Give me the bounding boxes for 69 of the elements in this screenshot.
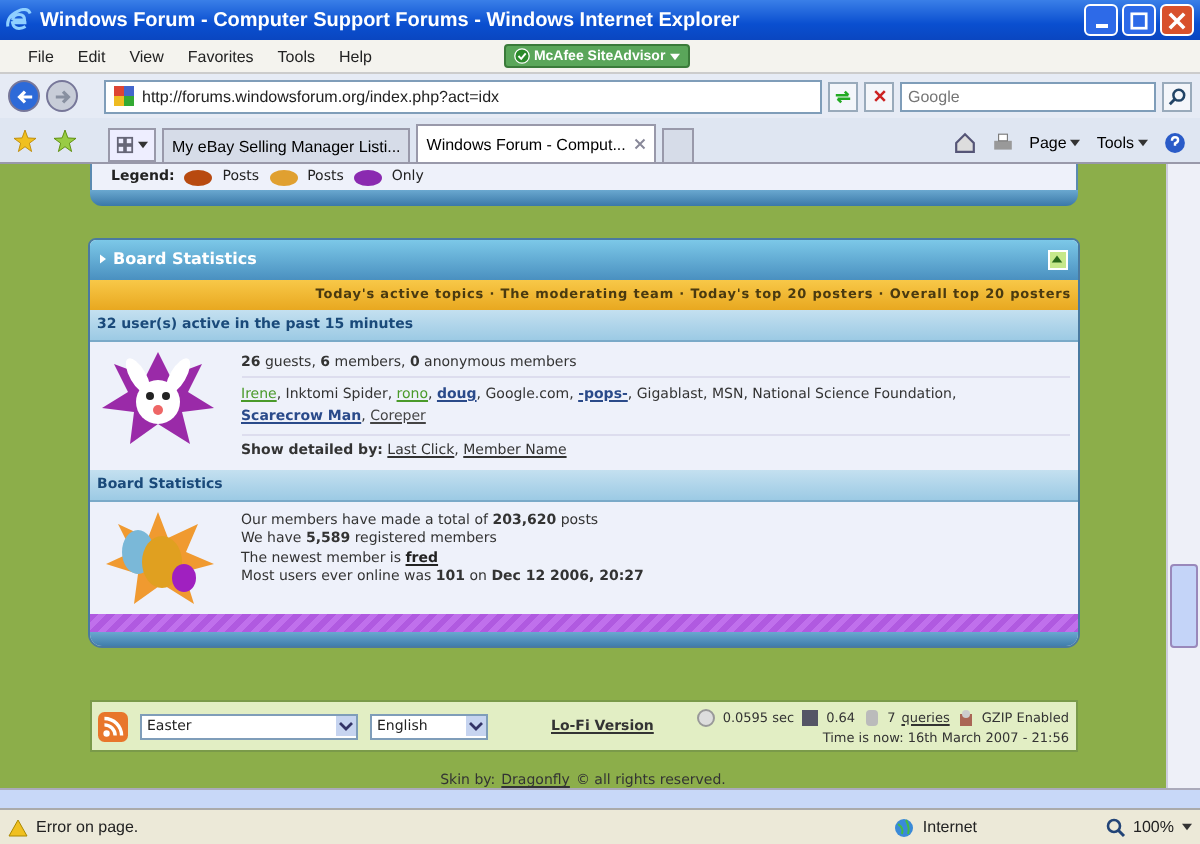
site-icon <box>114 86 134 106</box>
menu-item[interactable]: Favorites <box>175 47 266 65</box>
forward-button[interactable] <box>46 80 78 112</box>
vertical-scrollbar[interactable] <box>1166 164 1200 788</box>
home-icon[interactable] <box>953 131 976 153</box>
collapse-icon <box>1050 252 1064 267</box>
zoom-level[interactable]: 100% <box>1133 818 1174 836</box>
menu-item[interactable]: File <box>16 47 66 65</box>
horizontal-scrollbar[interactable] <box>0 788 1200 808</box>
egg-icon <box>267 166 300 187</box>
warning-icon <box>8 817 28 837</box>
close-button[interactable] <box>1160 4 1194 36</box>
menu-item[interactable]: Tools <box>265 47 327 65</box>
status-message: Error on page. <box>36 818 141 836</box>
caret-icon <box>138 140 148 150</box>
menu-item[interactable]: Help <box>326 47 384 65</box>
collapse-button[interactable] <box>1047 249 1067 270</box>
window-title: Windows Forum - Computer Support Forums - Windows Internet Explorer <box>40 9 742 31</box>
dropdown-arrow-icon <box>335 716 355 737</box>
forward-arrow-icon <box>53 87 71 105</box>
maximize-icon <box>1130 11 1148 29</box>
globe-icon <box>894 817 915 837</box>
caret-icon <box>1138 137 1148 147</box>
bullet-icon <box>99 254 105 265</box>
command-menu[interactable]: Page <box>1023 133 1087 151</box>
clock-icon <box>696 707 717 728</box>
check-icon <box>513 48 530 64</box>
database-icon <box>861 707 882 728</box>
back-arrow-icon <box>15 87 33 105</box>
security-zone: Internet <box>922 818 978 836</box>
zoom-icon[interactable] <box>1105 817 1126 837</box>
add-favorite-icon[interactable] <box>54 130 76 152</box>
grid-icon <box>116 136 134 154</box>
star-icon[interactable] <box>14 130 36 152</box>
search-button[interactable] <box>1162 81 1192 111</box>
caret-icon[interactable] <box>1182 822 1192 832</box>
egg-icon <box>351 166 384 187</box>
minimize-icon <box>1095 23 1107 27</box>
back-button[interactable] <box>8 80 40 112</box>
rabbit-drawing <box>97 347 217 448</box>
server-load-icon <box>800 707 821 728</box>
search-icon <box>1168 87 1186 105</box>
stop-button[interactable] <box>864 81 894 111</box>
egg-icon <box>182 166 215 187</box>
browser-logo-icon <box>6 7 32 33</box>
address-text: http://forums.windowsforum.org/index.php?act=idx <box>142 87 500 105</box>
address-field[interactable]: http://forums.windowsforum.org/index.php?act=idx <box>104 79 822 113</box>
search-field[interactable]: Google <box>900 81 1156 111</box>
refresh-icon <box>834 87 852 105</box>
rss-icon[interactable] <box>97 711 127 742</box>
close-icon <box>1168 11 1186 29</box>
refresh-button[interactable] <box>828 81 858 111</box>
browser-tab[interactable]: My eBay Selling Manager Listi... <box>162 128 411 162</box>
printer-icon[interactable] <box>991 131 1014 153</box>
minimize-button[interactable] <box>1084 4 1118 36</box>
browser-tab[interactable]: Windows Forum - Comput... <box>416 124 656 162</box>
help-icon[interactable] <box>1164 131 1186 153</box>
gzip-icon <box>955 707 976 728</box>
menu-item[interactable]: View <box>117 47 176 65</box>
menu-item[interactable]: Edit <box>65 47 118 65</box>
caret-icon <box>669 51 680 61</box>
quick-tabs-button[interactable] <box>108 128 156 162</box>
panel-title: Board Statistics <box>113 250 257 269</box>
caret-icon <box>1070 137 1081 147</box>
command-menu[interactable]: Tools <box>1090 133 1154 151</box>
maximize-button[interactable] <box>1122 4 1156 36</box>
stop-icon <box>871 88 887 104</box>
dropdown-arrow-icon <box>465 716 485 737</box>
close-icon[interactable] <box>633 138 646 150</box>
